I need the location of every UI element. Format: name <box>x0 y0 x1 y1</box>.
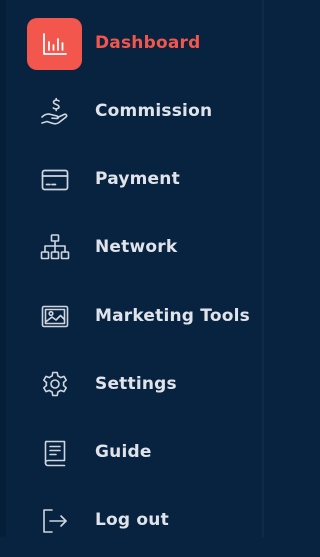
sidebar-item-network[interactable]: Network <box>0 220 262 284</box>
logout-icon <box>27 495 82 547</box>
sidebar-item-settings[interactable]: Settings <box>0 357 262 421</box>
sidebar-item-label: Marketing Tools <box>95 306 250 326</box>
sidebar-item-label: Settings <box>95 374 177 394</box>
sidebar-item-log-out[interactable]: Log out <box>0 493 262 557</box>
sidebar-item-label: Network <box>95 237 178 257</box>
image-icon <box>27 291 82 343</box>
sidebar-item-payment[interactable]: Payment <box>0 152 262 216</box>
gear-icon <box>27 359 82 411</box>
chart-icon <box>27 18 82 70</box>
network-icon <box>27 222 82 274</box>
credit-card-icon <box>27 154 82 206</box>
sidebar-item-marketing-tools[interactable]: Marketing Tools <box>0 289 262 353</box>
sidebar-item-label: Payment <box>95 169 180 189</box>
book-icon <box>27 427 82 479</box>
sidebar-item-label: Commission <box>95 101 213 121</box>
sidebar-item-guide[interactable]: Guide <box>0 425 262 489</box>
sidebar-item-commission[interactable]: Commission <box>0 84 262 148</box>
sidebar-divider <box>262 0 264 537</box>
sidebar-item-label: Dashboard <box>95 33 201 53</box>
sidebar-item-dashboard[interactable]: Dashboard <box>0 16 262 80</box>
sidebar-item-label: Log out <box>95 510 169 530</box>
hand-dollar-icon <box>27 86 82 138</box>
sidebar-item-label: Guide <box>95 442 152 462</box>
sidebar: Dashboard Commission Payment Network Mar… <box>0 0 264 537</box>
